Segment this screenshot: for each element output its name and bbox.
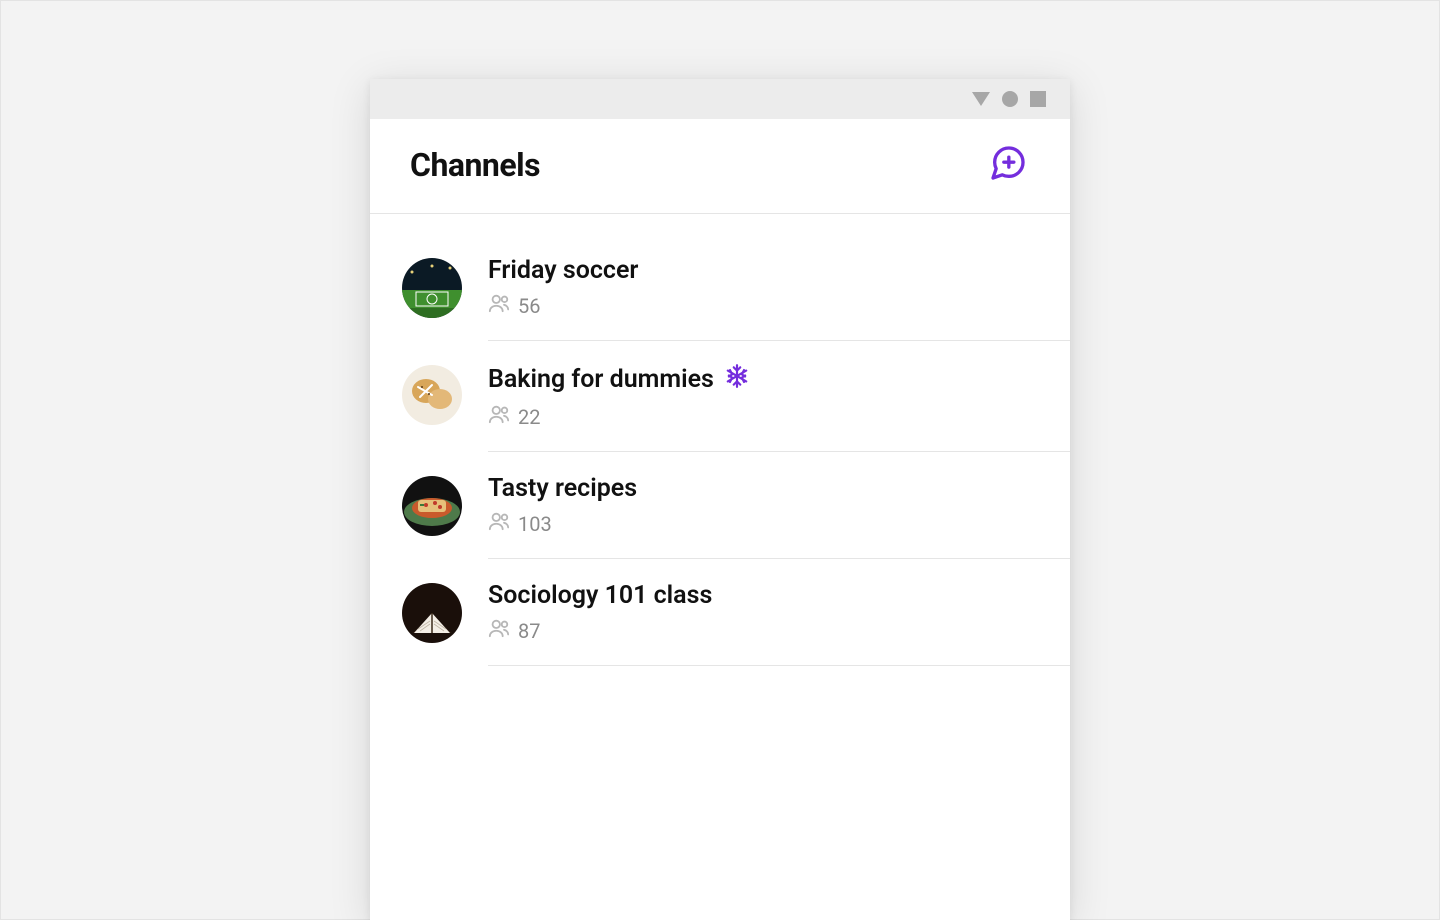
app-bar: Channels: [370, 119, 1070, 214]
channel-avatar: [402, 258, 462, 318]
members-icon: [488, 404, 510, 429]
channel-avatar: [402, 476, 462, 536]
channel-title: Friday soccer: [488, 256, 1030, 285]
members-icon: [488, 293, 510, 318]
channel-row[interactable]: Tasty recipes 103: [370, 452, 1070, 559]
channel-row[interactable]: Baking for dummies: [370, 341, 1070, 452]
page-background: Channels: [0, 0, 1440, 920]
channel-members: 22: [488, 404, 1030, 429]
members-count: 56: [518, 294, 540, 318]
page-title: Channels: [410, 146, 540, 184]
members-count: 22: [518, 405, 540, 429]
device-frame: Channels: [370, 79, 1070, 920]
channel-title: Baking for dummies: [488, 363, 1030, 396]
channel-avatar: [402, 365, 462, 425]
channel-row[interactable]: Sociology 101 class 87: [370, 559, 1070, 666]
channel-name-label: Baking for dummies: [488, 365, 714, 394]
channel-list: Friday soccer 56: [370, 234, 1070, 666]
create-channel-icon: [988, 143, 1028, 187]
channel-avatar: [402, 583, 462, 643]
members-icon: [488, 618, 510, 643]
status-bar: [370, 79, 1070, 119]
channel-members: 87: [488, 618, 1030, 643]
members-icon: [488, 511, 510, 536]
nav-home-icon: [1002, 91, 1018, 107]
spacer: [370, 214, 1070, 234]
channel-row[interactable]: Friday soccer 56: [370, 234, 1070, 341]
channel-title: Tasty recipes: [488, 474, 1030, 503]
channel-row-content: Tasty recipes 103: [488, 474, 1070, 559]
members-count: 103: [518, 512, 552, 536]
channel-row-content: Sociology 101 class 87: [488, 581, 1070, 666]
channel-members: 56: [488, 293, 1030, 318]
nav-recents-icon: [1030, 91, 1046, 107]
channel-name-label: Tasty recipes: [488, 474, 637, 503]
frozen-icon: [724, 363, 750, 396]
channel-name-label: Sociology 101 class: [488, 581, 712, 610]
nav-back-icon: [972, 92, 990, 106]
create-channel-button[interactable]: [986, 143, 1030, 187]
channel-name-label: Friday soccer: [488, 256, 638, 285]
channel-row-content: Friday soccer 56: [488, 256, 1070, 341]
channel-row-content: Baking for dummies: [488, 363, 1070, 452]
channel-title: Sociology 101 class: [488, 581, 1030, 610]
channel-members: 103: [488, 511, 1030, 536]
members-count: 87: [518, 619, 540, 643]
